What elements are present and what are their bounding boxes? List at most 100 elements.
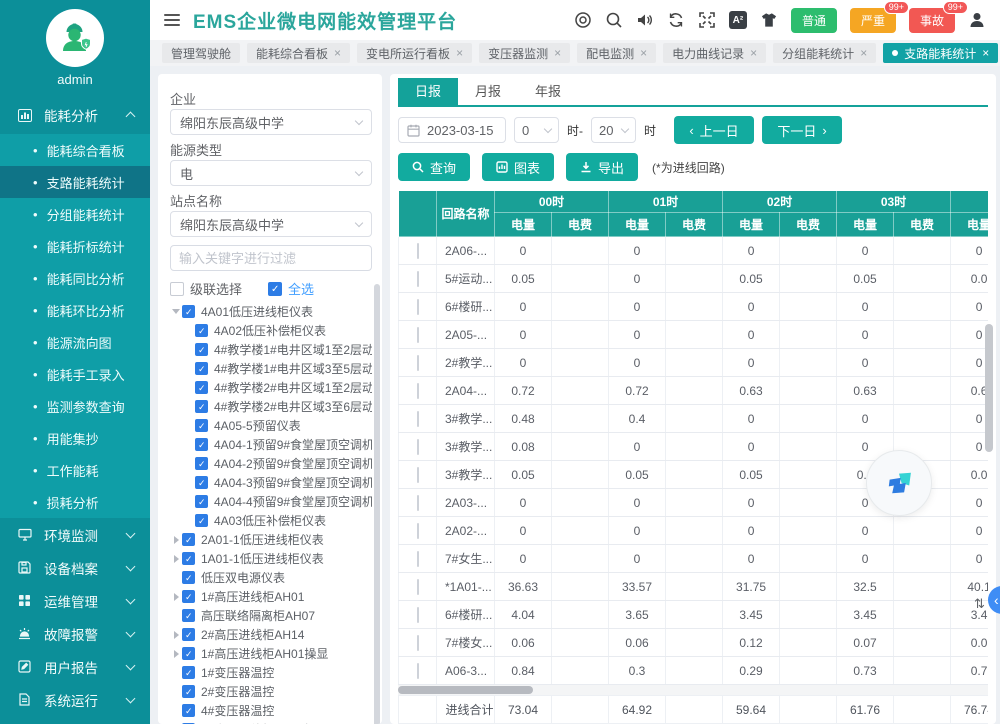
row-checkbox[interactable] xyxy=(417,327,419,343)
sidebar-subitem[interactable]: •分组能耗统计 xyxy=(0,198,150,230)
tree-checkbox-checked[interactable] xyxy=(182,704,195,717)
row-checkbox[interactable] xyxy=(417,411,419,427)
tree-node[interactable]: 4A04-4预留9#食堂屋顶空调机组仪表 xyxy=(170,492,372,511)
sidebar-item[interactable]: 故障报警 xyxy=(0,617,150,650)
tree-checkbox-checked[interactable] xyxy=(182,590,195,603)
row-checkbox[interactable] xyxy=(417,383,419,399)
sidebar-item[interactable]: 系统运行 xyxy=(0,683,150,716)
row-checkbox[interactable] xyxy=(417,271,419,287)
tree-node[interactable]: 4#教学楼2#电井区域1至2层动力仪表 xyxy=(170,378,372,397)
page-tab[interactable]: 分组能耗统计× xyxy=(773,43,876,63)
page-tab[interactable]: 能耗综合看板× xyxy=(247,43,350,63)
sidebar-subitem[interactable]: •支路能耗统计 xyxy=(0,166,150,198)
chart-button[interactable]: 图表 xyxy=(482,153,554,181)
theme-icon[interactable] xyxy=(760,11,778,29)
tree-checkbox-checked[interactable] xyxy=(195,495,208,508)
tree-filter-input[interactable] xyxy=(170,245,372,271)
sidebar-subitem[interactable]: •能耗环比分析 xyxy=(0,294,150,326)
tree-node[interactable]: 4A01低压进线柜仪表 xyxy=(170,302,372,321)
enterprise-select[interactable]: 绵阳东辰高级中学 xyxy=(170,109,372,135)
tree-node[interactable]: 2#高压进线柜AH14操显 xyxy=(170,720,372,724)
caret-right-icon[interactable] xyxy=(170,536,182,544)
station-select[interactable]: 绵阳东辰高级中学 xyxy=(170,211,372,237)
tab-close-icon[interactable]: × xyxy=(640,46,647,60)
tree-node[interactable]: 4#教学楼2#电井区域3至6层动力仪表 xyxy=(170,397,372,416)
tab-close-icon[interactable]: × xyxy=(456,46,463,60)
sidebar-subitem[interactable]: •能耗同比分析 xyxy=(0,262,150,294)
sidebar-subitem[interactable]: •能耗综合看板 xyxy=(0,134,150,166)
tree-scrollbar[interactable] xyxy=(374,284,380,724)
tree-node[interactable]: 4A04-3预留9#食堂屋顶空调机组仪表 xyxy=(170,473,372,492)
cascade-checkbox[interactable] xyxy=(170,282,184,296)
tree-checkbox-checked[interactable] xyxy=(195,381,208,394)
tab-close-icon[interactable]: × xyxy=(554,46,561,60)
user-icon[interactable] xyxy=(968,11,986,29)
translate-icon[interactable]: A² xyxy=(729,11,747,29)
search-icon[interactable] xyxy=(605,11,623,29)
record-icon[interactable] xyxy=(574,11,592,29)
tree-node[interactable]: 低压双电源仪表 xyxy=(170,568,372,587)
row-checkbox[interactable] xyxy=(417,579,419,595)
tree-node[interactable]: 4A04-1预留9#食堂屋顶空调机组仪表 xyxy=(170,435,372,454)
tree-node[interactable]: 1#高压进线柜AH01 xyxy=(170,587,372,606)
select-all-label[interactable]: 全选 xyxy=(288,279,314,298)
row-checkbox[interactable] xyxy=(417,663,419,679)
row-checkbox[interactable] xyxy=(417,523,419,539)
tree-checkbox-checked[interactable] xyxy=(195,343,208,356)
avatar[interactable] xyxy=(46,9,104,67)
tree-checkbox-checked[interactable] xyxy=(182,609,195,622)
date-picker[interactable]: 2023-03-15 xyxy=(398,117,506,143)
tree-checkbox-checked[interactable] xyxy=(182,647,195,660)
volume-icon[interactable] xyxy=(636,11,654,29)
caret-right-icon[interactable] xyxy=(170,631,182,639)
tab-yearly[interactable]: 年报 xyxy=(518,78,578,105)
tab-daily[interactable]: 日报 xyxy=(398,78,458,105)
row-checkbox[interactable] xyxy=(417,299,419,315)
tree-node[interactable]: 4A05-5预留仪表 xyxy=(170,416,372,435)
tree-checkbox-checked[interactable] xyxy=(195,419,208,432)
status-badge-severe[interactable]: 严重99+ xyxy=(850,8,896,33)
sidebar-subitem[interactable]: •能耗手工录入 xyxy=(0,358,150,390)
caret-right-icon[interactable] xyxy=(170,593,182,601)
tree-checkbox-checked[interactable] xyxy=(182,628,195,641)
tree-checkbox-checked[interactable] xyxy=(195,324,208,337)
row-checkbox[interactable] xyxy=(417,607,419,623)
page-tab[interactable]: 电力曲线记录× xyxy=(663,43,766,63)
tree-node[interactable]: 4A04-2预留9#食堂屋顶空调机组仪表 xyxy=(170,454,372,473)
hour-from-select[interactable]: 0 xyxy=(514,117,559,143)
tree-node[interactable]: 1#高压进线柜AH01操显 xyxy=(170,644,372,663)
horizontal-scrollbar-thumb[interactable] xyxy=(398,686,533,694)
sidebar-item[interactable]: 设备档案 xyxy=(0,551,150,584)
tree-node[interactable]: 高压联络隔离柜AH07 xyxy=(170,606,372,625)
column-filter-icon[interactable]: ⇅ xyxy=(974,596,985,612)
row-checkbox[interactable] xyxy=(417,243,419,259)
sidebar-subitem[interactable]: •能源流向图 xyxy=(0,326,150,358)
sidebar-subitem[interactable]: •用能集抄 xyxy=(0,422,150,454)
row-checkbox[interactable] xyxy=(417,551,419,567)
tab-monthly[interactable]: 月报 xyxy=(458,78,518,105)
tree-checkbox-checked[interactable] xyxy=(182,666,195,679)
select-all-checkbox[interactable] xyxy=(268,282,282,296)
sidebar-item[interactable]: 基础信息 xyxy=(0,716,150,724)
row-checkbox[interactable] xyxy=(417,355,419,371)
status-badge-accident[interactable]: 事故99+ xyxy=(909,8,955,33)
tree-node[interactable]: 4#教学楼1#电井区域3至5层动力仪表 xyxy=(170,359,372,378)
caret-down-icon[interactable] xyxy=(170,309,182,314)
tree-node[interactable]: 4A03低压补偿柜仪表 xyxy=(170,511,372,530)
tree-checkbox-checked[interactable] xyxy=(195,438,208,451)
tree-node[interactable]: 2#高压进线柜AH14 xyxy=(170,625,372,644)
tree-node[interactable]: 2A01-1低压进线柜仪表 xyxy=(170,530,372,549)
tree-checkbox-checked[interactable] xyxy=(182,533,195,546)
tree-checkbox-checked[interactable] xyxy=(195,514,208,527)
row-checkbox[interactable] xyxy=(417,467,419,483)
sidebar-subitem[interactable]: •能耗折标统计 xyxy=(0,230,150,262)
sidebar-item[interactable]: 用户报告 xyxy=(0,650,150,683)
tree-checkbox-checked[interactable] xyxy=(182,305,195,318)
tree-checkbox-checked[interactable] xyxy=(195,476,208,489)
prev-day-button[interactable]: ‹ 上一日 xyxy=(674,116,754,144)
tab-close-icon[interactable]: × xyxy=(334,46,341,60)
tree-checkbox-checked[interactable] xyxy=(195,457,208,470)
page-tab[interactable]: 配电监测× xyxy=(577,43,656,63)
fullscreen-icon[interactable] xyxy=(698,11,716,29)
horizontal-scrollbar[interactable] xyxy=(398,685,988,695)
